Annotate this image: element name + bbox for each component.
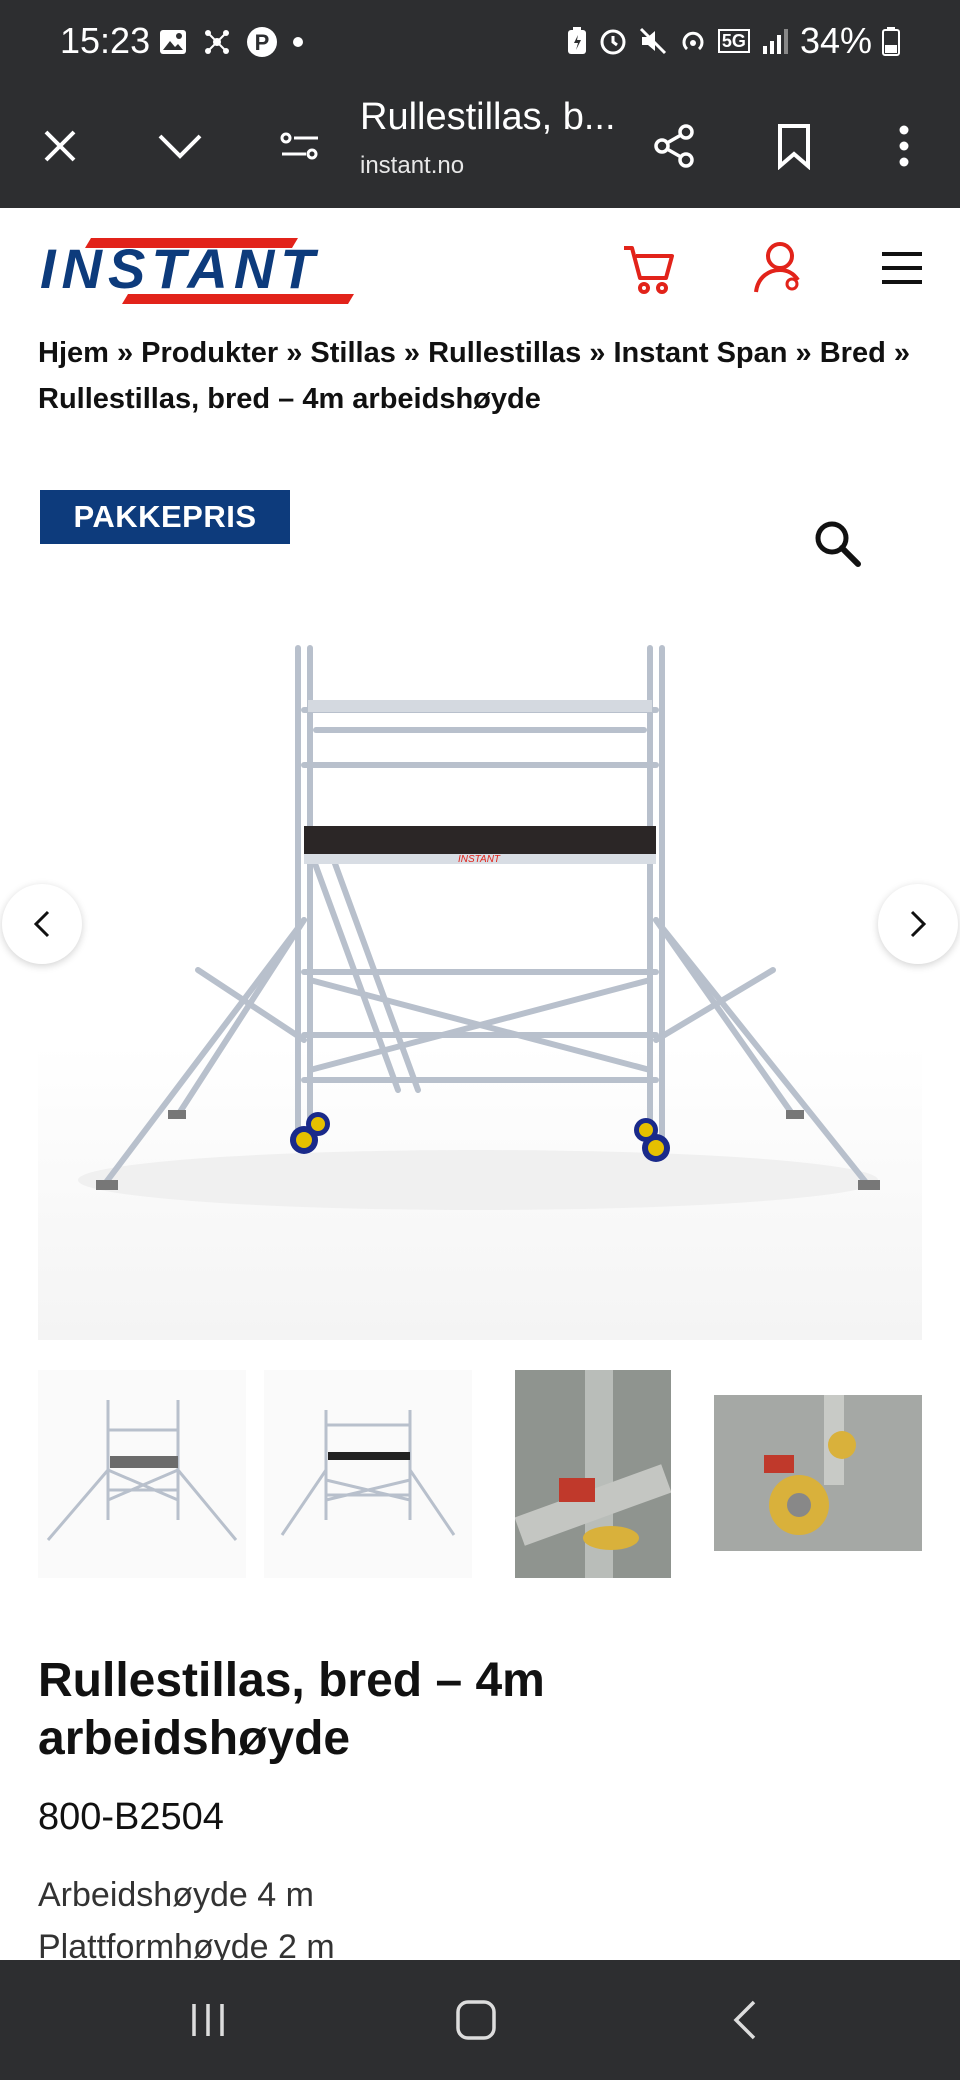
more-vert-icon [899,125,909,167]
svg-text:INSTANT: INSTANT [458,854,501,865]
zoom-button[interactable] [810,516,866,572]
wheel-closeup-thumbnail [515,1370,671,1578]
home-icon [456,2000,496,2040]
tune-icon [280,132,318,160]
scaffold-illustration: INSTANT [78,645,880,1210]
cart-button[interactable] [618,238,678,298]
chevron-left-icon [33,910,50,938]
thumbnail-2[interactable] [264,1370,472,1578]
close-icon [44,130,76,162]
breadcrumb: Hjem » Produkter » Stillas » Rullestilla… [38,330,918,422]
battery-percent: 34% [799,20,872,61]
breadcrumb-separator: » [893,337,911,369]
bookmark-icon [778,124,810,170]
browser-menu-button[interactable] [872,114,936,178]
home-button[interactable] [446,1990,506,2050]
mute-icon [639,27,666,55]
network-type: 5G [717,29,750,53]
svg-text:P: P [255,30,270,55]
recent-apps-icon [192,2004,224,2036]
account-button[interactable] [748,238,808,298]
breadcrumb-separator: » [403,337,429,369]
svg-text:INSTANT: INSTANT [40,237,321,300]
breadcrumb-link-stillas[interactable]: Stillas [310,337,395,369]
connection-icon [205,30,229,54]
breadcrumb-link-bred[interactable]: Bred [820,337,886,369]
battery-icon [882,27,900,56]
cart-icon [624,246,674,294]
search-icon [815,521,861,567]
recent-apps-button[interactable] [178,1990,238,2050]
bookmark-button[interactable] [762,114,826,178]
breadcrumb-link-produkter[interactable]: Produkter [141,337,278,369]
share-icon [654,124,694,168]
breadcrumb-separator: » [589,337,614,369]
minimize-tab-button[interactable] [148,114,212,178]
alarm-icon [600,29,626,55]
package-price-badge: PAKKEPRIS [40,490,290,544]
hamburger-icon [882,252,922,284]
product-sku: 800-B2504 [38,1796,224,1838]
browser-toolbar: Rullestillas, b... instant.no [0,86,960,208]
hotspot-icon [682,31,704,51]
product-title: Rullestillas, bred – 4m arbeidshøyde [38,1654,545,1765]
gallery-icon [160,30,186,54]
battery-saver-icon [567,27,586,54]
status-time: 15:23 [60,20,151,61]
tab-title[interactable]: Rullestillas, b... [360,96,616,139]
status-bar: 15:23 P 5G 34% [0,0,960,86]
site-header: INSTANT [0,208,960,328]
thumbnail-4[interactable] [714,1395,922,1551]
breadcrumb-link-instant-span[interactable]: Instant Span [613,337,787,369]
breadcrumb-separator: » [286,337,311,369]
breadcrumb-link-rullestillas[interactable]: Rullestillas [428,337,581,369]
pinterest-icon: P [247,27,277,57]
scaffold-thumbnail [280,1410,456,1536]
instant-logo[interactable]: INSTANT [36,230,356,310]
breadcrumb-separator: » [795,337,820,369]
image-next-button[interactable] [878,884,958,964]
back-icon [733,2000,756,2040]
wheel-detail-thumbnail [714,1395,922,1551]
thumbnail-1[interactable] [38,1370,246,1578]
site-settings-button[interactable] [268,114,332,178]
url-text[interactable]: instant.no [360,152,464,180]
system-nav-bar [0,1960,960,2080]
share-button[interactable] [642,114,706,178]
breadcrumb-link-home[interactable]: Hjem [38,337,109,369]
system-icons: 5G 34% [566,20,900,62]
notification-icons: P [158,26,304,58]
breadcrumb-separator: » [116,337,142,369]
site-menu-button[interactable] [872,238,932,298]
scaffold-thumbnail [46,1400,238,1541]
breadcrumb-current: Rullestillas, bred – 4m arbeidshøyde [38,383,541,415]
chevron-right-icon [910,910,927,938]
product-main-image[interactable]: INSTANT [38,600,922,1340]
thumbnail-3[interactable] [515,1370,671,1578]
image-prev-button[interactable] [2,884,82,964]
spec-working-height: Arbeidshøyde 4 m [38,1876,314,1914]
close-tab-button[interactable] [28,114,92,178]
user-icon [754,242,800,293]
dot-icon [293,37,303,47]
signal-icon [762,29,788,54]
back-button[interactable] [716,1990,776,2050]
chevron-down-icon [158,134,202,159]
